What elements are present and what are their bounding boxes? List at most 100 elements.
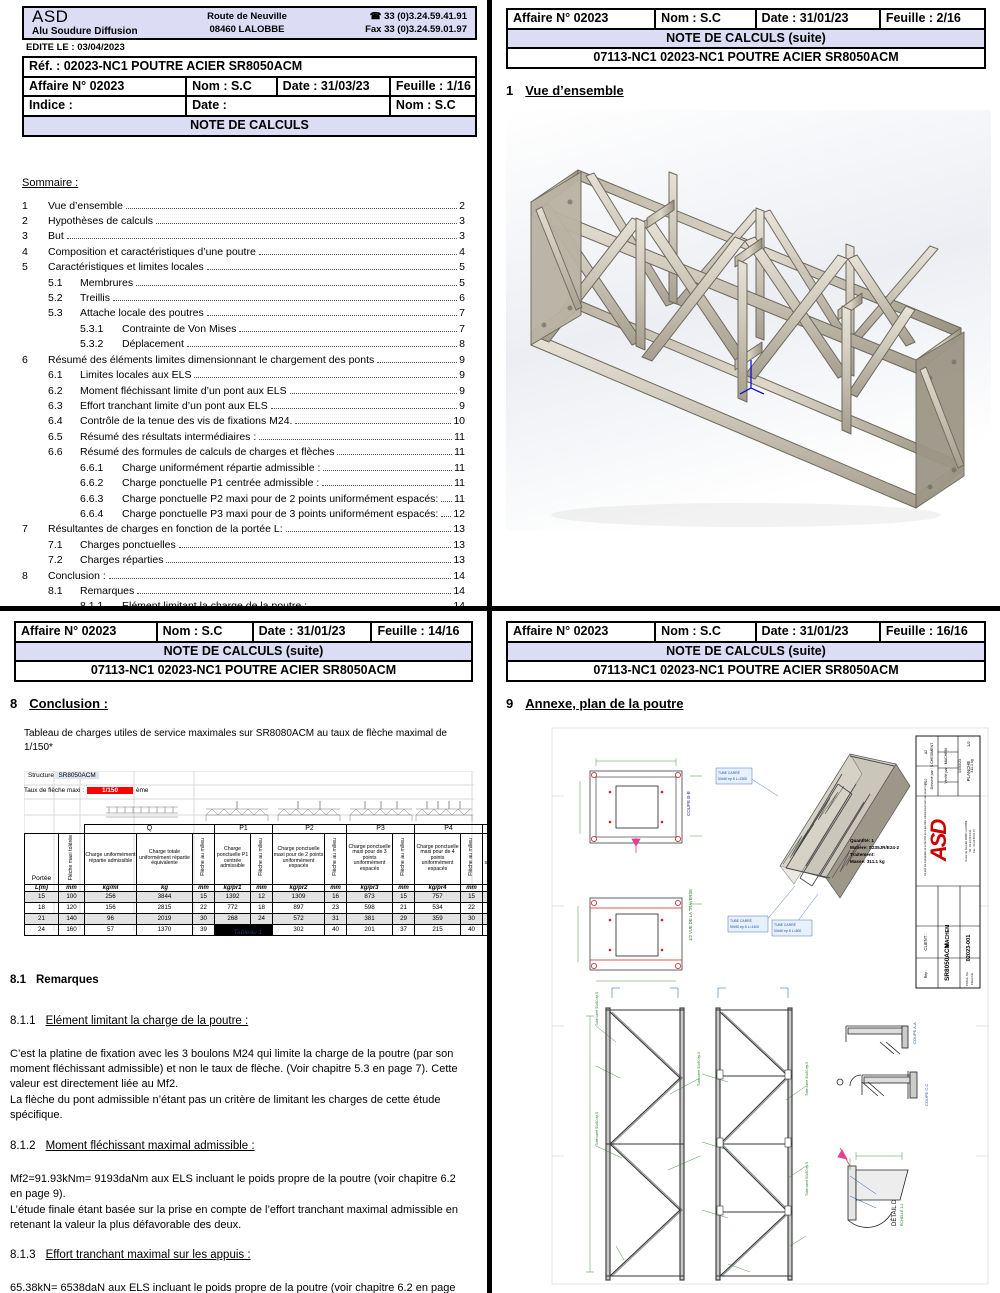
toc-entry[interactable]: 3 But 3 (22, 229, 465, 244)
toc-entry[interactable]: 6.6 Résumé des formules de calculs de cha… (22, 445, 465, 460)
table-cell: 15 (460, 891, 484, 904)
toc-entry[interactable]: 6.6.4 Charge ponctuelle P3 maxi pour de 3… (22, 507, 465, 522)
toc-entry[interactable]: 5.3.1 Contrainte de Von Mises 7 (22, 322, 465, 337)
toc-entry[interactable]: 6 Résumé des éléments limites dimensionna… (22, 353, 465, 368)
toc-entry[interactable]: 5.3.2 Déplacement 8 (22, 337, 465, 352)
toc-entry[interactable]: 6.4 Contrôle de la tenue des vis de fixat… (22, 414, 465, 429)
toc-entry[interactable]: 7.2 Charges réparties 13 (22, 553, 465, 568)
svg-text:TUBE CARRÉ: TUBE CARRÉ (774, 922, 797, 927)
table-column-header: Charge ponctuelle maxi pour de 3 points … (346, 832, 394, 885)
toc-leader-dots (108, 577, 452, 579)
author-name: Nom : S.C (654, 621, 757, 643)
toc-leader-dots (156, 222, 458, 224)
table-group-label: P3 (346, 824, 416, 834)
toc-entry-label: Remarques (80, 585, 135, 598)
toc-entry-page: 9 (459, 369, 465, 382)
fleche-label: Taux de flèche maxi : (24, 787, 85, 794)
svg-text:ASD: ASD (926, 819, 951, 863)
toc-entry[interactable]: 4 Composition et caractéristiques d’une p… (22, 245, 465, 260)
svg-text:COUPE C-C: COUPE C-C (924, 1083, 929, 1106)
author-name: Nom : S.C (185, 75, 278, 98)
table-column-header: Charge ponctuelle maxi pour de 2 points … (272, 832, 326, 885)
svg-text:Tube carré 50x50 ép.5: Tube carré 50x50 ép.5 (805, 1162, 809, 1196)
toc-entry-page: 14 (453, 599, 465, 606)
toc-entry-page: 4 (459, 245, 465, 258)
toc-entry[interactable]: 6.3 Effort tranchant limite d’un pont aux… (22, 399, 465, 414)
toc-entry-page: 14 (453, 585, 465, 598)
toc-entry[interactable]: 5 Caractéristiques et limites locales 5 (22, 260, 465, 275)
author-name: Nom : S.C (155, 621, 254, 643)
toc-entry[interactable]: 6.6.2 Charge ponctuelle P1 centrée admiss… (22, 476, 465, 491)
structure-row: Structure SR8050ACM (28, 772, 99, 779)
table-unit-cell: kgs (482, 883, 487, 893)
toc-entry-label: Charge ponctuelle P3 maxi pour de 3 poin… (122, 507, 439, 520)
paragraph-8-1-2-b: L’étude finale étant basée sur la prise … (10, 1204, 458, 1232)
table-column-header: Flèche au milieu (392, 832, 416, 885)
toc-leader-dots (258, 253, 458, 255)
table-header-row: Portée Flèche maxi tolérée Charge uniformé… (24, 832, 487, 885)
table-cell: 23 (324, 902, 348, 915)
toc-entry-number: 2 (22, 214, 28, 227)
table-cell: 156 (84, 902, 137, 915)
toc-entry-label: Caractéristiques et limites locales (48, 261, 204, 274)
toc-entry[interactable]: 8.1 Remarques 14 (22, 584, 465, 599)
anno-matiere: Matière: S235JR/E24-2 (850, 845, 899, 850)
load-table-block: Structure SR8050ACM Taux de flèche maxi … (24, 771, 487, 937)
toc-entry[interactable]: 2 Hypothèses de calculs 3 (22, 214, 465, 229)
toc-entry-label: Hypothèses de calculs (48, 214, 154, 227)
fleche-row: Taux de flèche maxi : 1/150 ème (24, 787, 148, 794)
toc-entry[interactable]: 6.6.3 Charge ponctuelle P2 maxi pour de 2… (22, 492, 465, 507)
company-phone: 33 (0)3.24.59.41.91 (384, 10, 467, 22)
toc-entry[interactable]: 5.2 Treillis 6 (22, 291, 465, 306)
toc-entry-number: 6.6 (48, 446, 63, 459)
table-group-label: Q (83, 824, 216, 834)
company-address-line1: Route de Neuville (207, 10, 287, 22)
toc-entry-label: Conclusion : (48, 569, 106, 582)
toc-entry-label: Effort tranchant limite d’un pont aux EL… (80, 399, 268, 412)
toc-entry-page: 3 (459, 230, 465, 243)
sheet-page-2: Affaire N° 02023 Nom : S.C Date : 31/01/… (492, 0, 1000, 606)
fleche-value: 1/150 (87, 787, 134, 794)
table-unit-cell: kg (136, 883, 193, 893)
toc-entry[interactable]: 6.2 Moment fléchissant limite d’un pont a… (22, 384, 465, 399)
svg-text:Route de Neuville 08460 LALOBB: Route de Neuville 08460 LALOBBE (964, 820, 968, 861)
author-name: Nom : S.C (654, 8, 757, 30)
toc-entry[interactable]: 7 Résultantes de charges en fonction de l… (22, 522, 465, 537)
toc-leader-dots (259, 438, 453, 440)
toc-entry[interactable]: 6.5 Résumé des résultats intermédiaires :… (22, 430, 465, 445)
table-cell: 873 (346, 891, 394, 904)
toc-entry-label: Membrures (80, 276, 134, 289)
toc-entry[interactable]: 6.6.1 Charge uniformément répartie admiss… (22, 461, 465, 476)
section-title: Conclusion : (29, 695, 108, 711)
svg-text:50x50 ep.5 L=1400: 50x50 ep.5 L=1400 (730, 925, 759, 929)
toc-entry-label: Attache locale des poutres (80, 307, 204, 320)
toc-entry[interactable]: 7.1 Charges ponctuelles 13 (22, 538, 465, 553)
toc-entry[interactable]: 5.1 Membrures 5 (22, 276, 465, 291)
toc-entry[interactable]: 1 Vue d’ensemble 2 (22, 199, 465, 214)
svg-text:Dessiné par : S.CHESIMENT: Dessiné par : S.CHESIMENT (930, 742, 934, 790)
company-subtitle: Alu Soudure Diffusion (32, 26, 138, 38)
toc-entry-page: 6 (459, 292, 465, 305)
toc-entry-label: Résumé des éléments limites dimensionnan… (48, 353, 375, 366)
document-subtitle: 07113-NC1 02023-NC1 POUTRE ACIER SR8050A… (506, 660, 986, 682)
toc-entry[interactable]: 8 Conclusion : 14 (22, 569, 465, 584)
svg-text:PLANCHE: PLANCHE (966, 761, 971, 782)
toc-entry-page: 11 (454, 446, 465, 459)
conclusion-intro: Tableau de charges utiles de service max… (24, 727, 447, 753)
table-cell: 897 (272, 902, 326, 915)
table-cell: 757 (414, 891, 462, 904)
toc-entry[interactable]: 8.1.1Elément limitant la charge de la po… (22, 599, 465, 606)
toc-leader-dots (441, 500, 453, 502)
section-title: Effort tranchant maximal sur les appuis … (45, 1249, 251, 1261)
table-group-label: SW (482, 824, 487, 834)
toc-entry-label: Elément limitant la charge de la poutre … (122, 599, 307, 606)
toc-entry-label: Charges réparties (80, 554, 164, 567)
table-of-contents: 1 Vue d’ensemble 2 2 Hypothèses de calculs 3 3… (22, 199, 465, 607)
toc-entry[interactable]: 5.3 Attache locale des poutres 7 (22, 306, 465, 321)
toc-entry[interactable]: 6.1 Limites locales aux ELS 9 (22, 368, 465, 383)
toc-entry-page: 8 (459, 338, 465, 351)
table-cell: 29 (392, 913, 416, 926)
document-title: NOTE DE CALCULS (22, 114, 477, 137)
sheet-page-14: Affaire N° 02023 Nom : S.C Date : 31/01/… (0, 611, 487, 1293)
table-cell: 12 (250, 891, 274, 904)
